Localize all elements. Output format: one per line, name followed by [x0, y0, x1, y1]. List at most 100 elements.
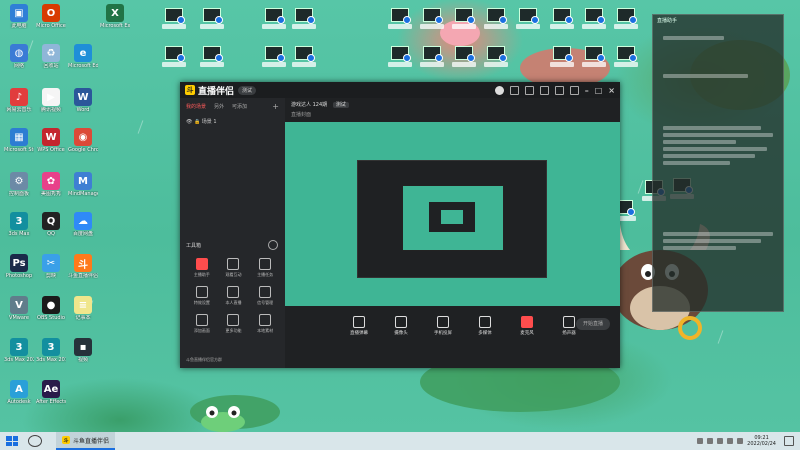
desktop-icon[interactable]: MMindManager — [68, 172, 98, 197]
video-file-icon[interactable] — [418, 8, 446, 29]
desktop-icon[interactable]: 斗斗鱼直播伴侣 — [68, 254, 98, 279]
video-file-icon[interactable] — [482, 46, 510, 67]
menu-icon[interactable] — [569, 85, 579, 95]
desktop-icon[interactable]: ☁ 百度网盘 — [68, 212, 98, 237]
app-titlebar[interactable]: 斗 直播伴侣 测试 – □ × — [180, 82, 620, 98]
video-file-icon[interactable] — [450, 46, 478, 67]
tool-item[interactable]: 主播任务 — [249, 258, 281, 278]
tool-item[interactable]: 信号管理 — [249, 286, 281, 306]
search-icon[interactable] — [28, 435, 42, 447]
video-file-icon[interactable] — [290, 8, 318, 29]
video-file-icon[interactable] — [418, 46, 446, 67]
toolbox-more-icon[interactable] — [268, 240, 278, 250]
lock-icon[interactable]: 🔒 — [194, 119, 200, 125]
close-button[interactable]: × — [608, 86, 615, 95]
desktop-icon[interactable]: ✂ 剪映 — [36, 254, 66, 279]
maximize-button[interactable]: □ — [595, 86, 603, 95]
desktop-icon[interactable]: 3 3ds Max — [4, 212, 34, 237]
tool-item[interactable]: 特效设置 — [186, 286, 218, 306]
tray-icon[interactable] — [707, 438, 714, 444]
video-file-icon[interactable] — [290, 46, 318, 67]
assistant-panel[interactable]: 直播助手 — [652, 14, 784, 312]
desktop-icon[interactable]: Q QQ — [36, 212, 66, 237]
tool-item[interactable]: 本地素材 — [249, 314, 281, 334]
desktop-icon[interactable]: ▶ 腾讯视频 — [36, 88, 66, 113]
eye-icon[interactable]: 👁 — [186, 119, 192, 125]
desktop-icon[interactable]: V VMware — [4, 296, 34, 321]
desktop-icon[interactable]: eMicrosoft Edge — [68, 44, 98, 69]
desktop-icon[interactable]: ✿ 美图秀秀 — [36, 172, 66, 197]
desktop-icon[interactable]: ◍ 网络 — [4, 44, 34, 69]
live-stream-app-window[interactable]: 斗 直播伴侣 测试 – □ × 我的场景 另外 可添加 + 👁 🔒 场景 1 工… — [180, 82, 620, 368]
video-file-icon[interactable] — [514, 8, 542, 29]
desktop-icon[interactable]: ▦Microsoft Store — [4, 128, 34, 153]
tool-item[interactable]: 主播助手 — [186, 258, 218, 278]
minimize-button[interactable]: – — [585, 86, 589, 95]
network-icon[interactable] — [727, 438, 734, 444]
start-button[interactable] — [6, 436, 18, 446]
clock[interactable]: 09:21 2022/02/24 — [747, 435, 776, 447]
video-file-icon[interactable] — [198, 46, 226, 67]
video-file-icon[interactable] — [580, 8, 608, 29]
tray-icon[interactable] — [717, 438, 724, 444]
desktop-icon[interactable]: 33ds Max 2018 — [36, 338, 66, 363]
desktop-icon[interactable]: ▪ 视频 — [68, 338, 98, 363]
video-file-icon[interactable] — [612, 46, 640, 67]
go-live-button[interactable]: 开始直播 — [576, 318, 610, 330]
video-file-icon[interactable] — [450, 8, 478, 29]
mic-button[interactable]: 麦克风 — [513, 316, 541, 336]
notification-icon[interactable] — [784, 436, 794, 446]
video-file-icon[interactable] — [260, 8, 288, 29]
tool-item[interactable]: 观看互动 — [218, 258, 250, 278]
tray-icon[interactable] — [697, 438, 704, 444]
video-file-icon[interactable] — [198, 8, 226, 29]
desktop-icon[interactable]: ⚙ 控制面板 — [4, 172, 34, 197]
desktop-icon[interactable]: ≡ 记事本 — [68, 296, 98, 321]
desktop-icon[interactable]: Ae After Effects — [36, 380, 66, 405]
scene-item[interactable]: 👁 🔒 场景 1 — [180, 115, 285, 128]
danmaku-button[interactable]: 直播弹幕 — [345, 316, 373, 336]
desktop-icon[interactable]: ♻ 回收站 — [36, 44, 66, 69]
stream-title[interactable]: 游戏达人 124期 — [291, 102, 327, 108]
desktop-icon[interactable]: ▣ 此电脑 — [4, 4, 34, 29]
video-file-icon[interactable] — [548, 46, 576, 67]
add-scene-button[interactable]: + — [272, 102, 279, 111]
desktop-icon[interactable]: Ps Photoshop — [4, 254, 34, 279]
feedback-icon[interactable] — [554, 85, 564, 95]
video-file-icon[interactable] — [548, 8, 576, 29]
video-file-icon[interactable] — [386, 8, 414, 29]
stream-preview[interactable] — [285, 122, 620, 310]
taskbar-app-live-assistant[interactable]: 斗 斗鱼直播伴侣 — [56, 432, 116, 450]
media-button[interactable]: 多媒体 — [471, 316, 499, 336]
phone-cast-button[interactable]: 手机投屏 — [429, 316, 457, 336]
desktop-icon[interactable]: W WPS Office — [36, 128, 66, 153]
desktop-icon[interactable]: ● OBS Studio — [36, 296, 66, 321]
tool-item[interactable]: 本人直播 — [218, 286, 250, 306]
video-file-icon[interactable] — [482, 8, 510, 29]
video-file-icon[interactable] — [386, 46, 414, 67]
desktop-icon[interactable]: ♪ 网易云音乐 — [4, 88, 34, 113]
user-avatar[interactable] — [494, 85, 504, 95]
tool-item[interactable]: 更多功能 — [218, 314, 250, 334]
official-group-link[interactable]: 斗鱼直播伴侣官方群 — [186, 357, 222, 363]
settings-icon[interactable] — [539, 85, 549, 95]
tool-item[interactable]: 添加画面 — [186, 314, 218, 334]
desktop-icon[interactable]: A Autodesk — [4, 380, 34, 405]
skin-icon[interactable] — [524, 85, 534, 95]
volume-icon[interactable] — [737, 438, 744, 444]
desktop-icon[interactable]: XMicrosoft Excel — [100, 4, 130, 29]
camera-button[interactable]: 摄像头 — [387, 316, 415, 336]
stream-tag[interactable]: 测试 — [332, 102, 349, 108]
video-file-icon[interactable] — [580, 46, 608, 67]
desktop-icon[interactable]: W Word — [68, 88, 98, 113]
desktop-icon[interactable]: 33ds Max 2020 — [4, 338, 34, 363]
desktop-icon[interactable]: O Micro Office — [36, 4, 66, 29]
tab-addable[interactable]: 可添加 — [232, 103, 247, 110]
video-file-icon[interactable] — [612, 8, 640, 29]
desktop-icon[interactable]: ◉Google Chrome — [68, 128, 98, 153]
video-file-icon[interactable] — [160, 46, 188, 67]
message-icon[interactable] — [509, 85, 519, 95]
tab-other[interactable]: 另外 — [214, 103, 224, 110]
tab-my-scenes[interactable]: 我的场景 — [186, 103, 206, 110]
video-file-icon[interactable] — [260, 46, 288, 67]
